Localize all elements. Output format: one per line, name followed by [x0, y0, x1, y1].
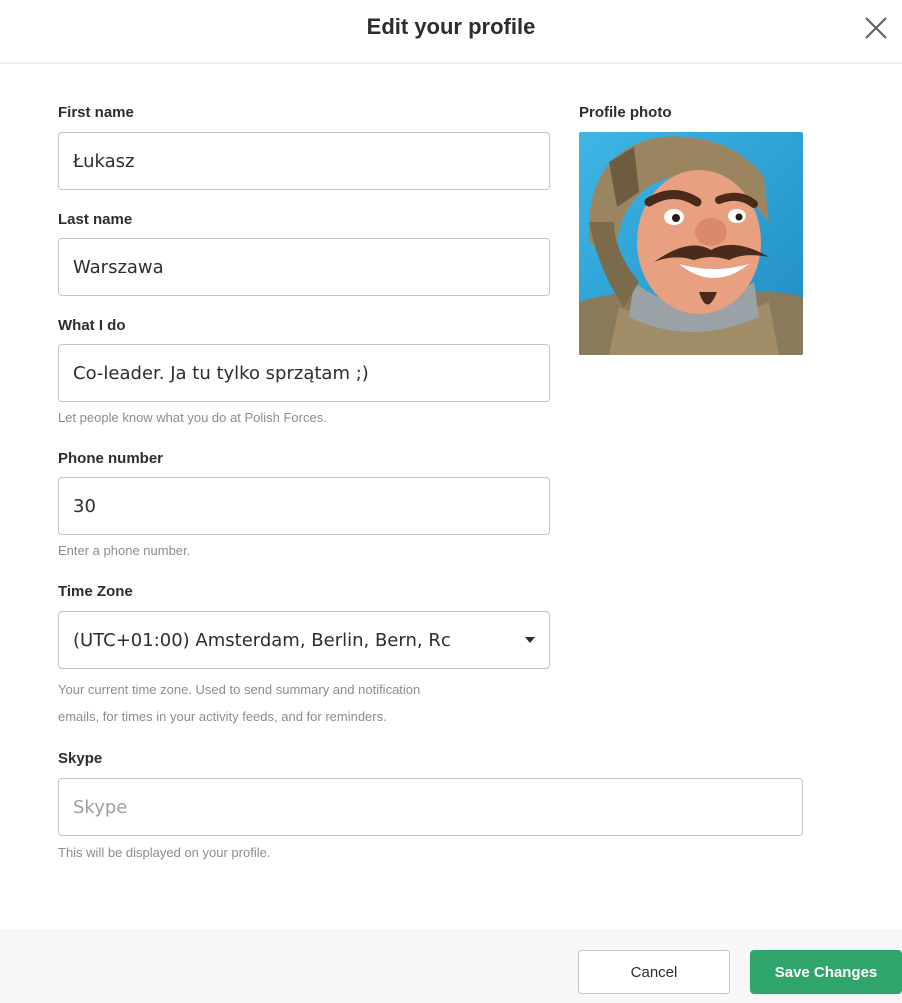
skype-label: Skype [58, 750, 103, 767]
first-name-field[interactable]: Łukasz [58, 132, 550, 190]
profile-photo[interactable] [579, 132, 803, 355]
dialog-title: Edit your profile [366, 14, 536, 39]
profile-photo-label: Profile photo [579, 104, 672, 121]
phone-field[interactable]: 30 [58, 477, 550, 535]
time-zone-select[interactable]: (UTC+01:00) Amsterdam, Berlin, Bern, Rc [58, 611, 550, 669]
first-name-value: Łukasz [73, 150, 135, 172]
close-icon [865, 17, 887, 39]
time-zone-help-line1: Your current time zone. Used to send sum… [58, 682, 421, 697]
phone-value: 30 [73, 495, 96, 517]
time-zone-value: (UTC+01:00) Amsterdam, Berlin, Bern, Rc [73, 629, 451, 651]
knight-avatar-image [579, 132, 803, 355]
last-name-label: Last name [58, 211, 133, 228]
last-name-field[interactable]: Warszawa [58, 238, 550, 296]
dropdown-caret-icon [525, 637, 535, 643]
what-i-do-value: Co-leader. Ja tu tylko sprzątam ;) [73, 362, 369, 384]
skype-placeholder: Skype [73, 796, 128, 818]
phone-label: Phone number [58, 450, 164, 467]
what-i-do-label: What I do [58, 317, 126, 334]
time-zone-label: Time Zone [58, 583, 133, 600]
what-i-do-field[interactable]: Co-leader. Ja tu tylko sprzątam ;) [58, 344, 550, 402]
what-i-do-help: Let people know what you do at Polish Fo… [58, 410, 327, 425]
last-name-value: Warszawa [73, 256, 164, 278]
close-button[interactable] [860, 12, 892, 44]
skype-help: This will be displayed on your profile. [58, 845, 271, 860]
skype-field[interactable]: Skype [58, 778, 803, 836]
save-changes-button[interactable]: Save Changes [750, 950, 902, 994]
phone-help: Enter a phone number. [58, 543, 191, 558]
first-name-label: First name [58, 104, 134, 121]
dialog-header: Edit your profile [0, 0, 902, 64]
cancel-button[interactable]: Cancel [578, 950, 730, 994]
time-zone-help-line2: emails, for times in your activity feeds… [58, 709, 387, 724]
